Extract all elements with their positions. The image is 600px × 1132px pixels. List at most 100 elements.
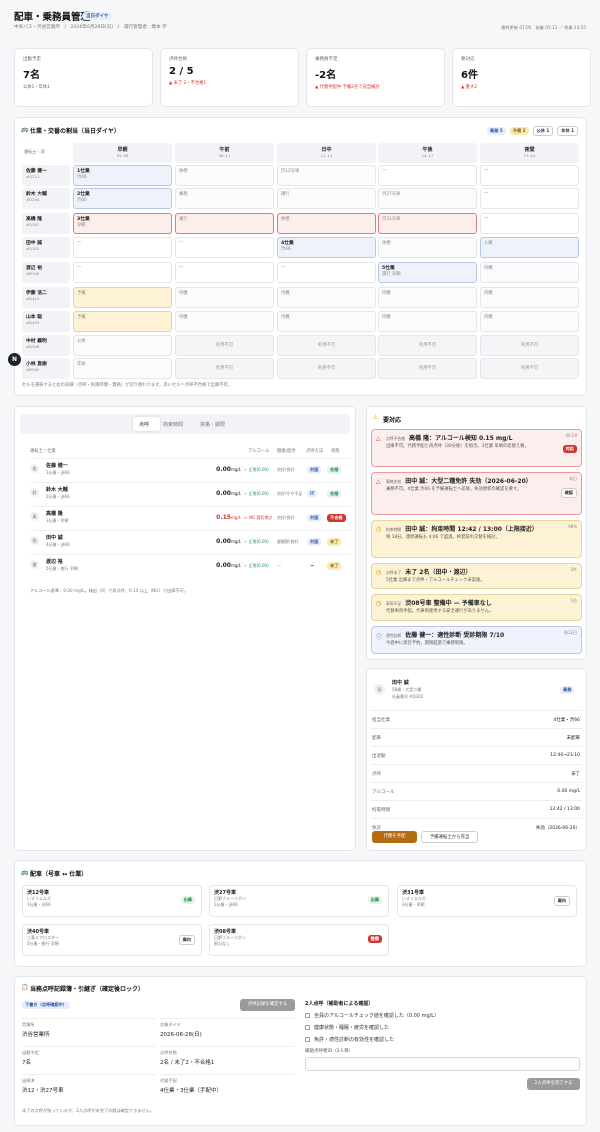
shift-cell[interactable]: 利用不可 — [480, 358, 579, 379]
shift-cell[interactable]: 運行 — [175, 213, 274, 234]
shift-cell[interactable]: 待機 — [480, 262, 579, 283]
shift-cell[interactable]: 休憩 — [175, 165, 274, 186]
shift-cell[interactable]: 予備 — [73, 287, 172, 308]
driver-label[interactable]: 高橋 隆 #D267 — [22, 213, 70, 234]
shift-cell[interactable]: 待機 — [175, 311, 274, 332]
table-row[interactable] — [30, 554, 350, 574]
check-health[interactable]: 健康状態・睡眠・疲労を確認した — [305, 1024, 389, 1031]
alert-item[interactable]: ⓘ 適性診断 佐藤 健一：適性診断 受診期限 7/10 今週中に受診予約。期限超過で乗… — [371, 626, 582, 654]
shift-cell[interactable]: 2仕業 渋66 — [73, 188, 172, 209]
alert-time: 2件 — [570, 567, 577, 572]
driver-label[interactable]: 佐藤 健一 #D221 — [22, 165, 70, 186]
vehicle-item[interactable]: 渋40号車 三菱エアロスター 5仕業・夜行 早朝 庫内 — [22, 924, 202, 956]
shift-cell[interactable]: 待機 — [480, 287, 579, 308]
shift-cell[interactable]: 渋31号車 — [378, 213, 477, 234]
shift-cell[interactable]: 待機 — [277, 311, 376, 332]
driver-label[interactable]: 渡辺 裕 #D340 — [22, 262, 70, 283]
shift-cell[interactable]: 予備 — [73, 311, 172, 332]
alert-item[interactable]: ◷ 拘束時間 田中 誠：拘束時間 12:42 / 13:00（上限接近） 残 18分。… — [371, 520, 582, 558]
shift-detail: 休憩 — [382, 241, 391, 246]
shift-cell[interactable]: 利用不可 — [480, 335, 579, 356]
shift-cell[interactable]: — — [73, 237, 172, 258]
shift-cell[interactable]: — — [175, 262, 274, 283]
check-alcohol[interactable]: 全員のアルコールチェック値を確認した（0.00 mg/L） — [305, 1012, 439, 1019]
shift-cell[interactable]: 待機 — [277, 287, 376, 308]
shift-cell[interactable]: 乗務 — [175, 188, 274, 209]
checkbox-icon[interactable] — [305, 1013, 310, 1018]
alert-item[interactable]: △ 資格失効 田中 誠：大型二種免許 失効（2026-06-20） 乗務不可。4仕業 … — [371, 472, 582, 515]
shift-cell[interactable]: — — [378, 165, 477, 186]
vehicle-item[interactable]: 渋12号車 いすゞエルガ 1仕業・渋66 出庫 — [22, 885, 202, 917]
shift-cell[interactable]: — — [480, 188, 579, 209]
confirm-record-button[interactable]: 点呼記録を確定する — [240, 999, 295, 1011]
alert-time: 06:58 — [565, 433, 577, 438]
driver-id: #D455 — [26, 320, 40, 325]
detail-value: 4仕業・渋66 — [553, 718, 580, 723]
shift-cell[interactable]: 利用不可 — [175, 358, 274, 379]
shift-cell[interactable]: 渋27号車 — [378, 188, 477, 209]
shift-cell[interactable]: 待機 — [480, 311, 579, 332]
shift-cell[interactable]: 1仕業 渋66 — [73, 165, 172, 186]
shift-cell[interactable]: 待機 — [378, 287, 477, 308]
driver-id: #D221 — [26, 174, 40, 179]
ledger-field-value: 4仕業・3仕業（手配中） — [160, 1088, 222, 1094]
shift-cell[interactable]: 休憩 — [378, 237, 477, 258]
driver-label[interactable]: 田中 誠 #D302 — [22, 237, 70, 258]
table-row[interactable] — [30, 530, 350, 550]
alert-item[interactable]: △ 点呼不合格 高橋 隆：アルコール検知 0.15 mg/L 出庫不可。代務手配と再点… — [371, 429, 582, 467]
check-license[interactable]: 免許・適性診断の有効性を確認した — [305, 1036, 394, 1043]
assign-reserve-button[interactable]: 予備運転士から充当 — [421, 831, 478, 843]
shift-cell[interactable]: 利用不可 — [277, 358, 376, 379]
kpi-value: 7名 — [23, 70, 40, 81]
arrange-substitute-button[interactable]: 代務を手配 — [372, 831, 417, 843]
shift-cell[interactable]: 休憩 — [277, 213, 376, 234]
shift-cell[interactable]: 年休 — [73, 358, 172, 379]
shift-cell[interactable]: 利用不可 — [378, 335, 477, 356]
driver-label[interactable]: 鈴木 大輔 #D244 — [22, 188, 70, 209]
assistant-id-input[interactable] — [305, 1057, 580, 1071]
shift-cell[interactable]: 利用不可 — [378, 358, 477, 379]
shift-cell[interactable]: 4仕業 渋66 — [277, 237, 376, 258]
assistant-fab[interactable]: N — [8, 353, 21, 366]
shift-cell[interactable]: 利用不可 — [277, 335, 376, 356]
tab-restraint[interactable]: 拘束時間 — [163, 421, 183, 428]
table-row[interactable] — [30, 458, 350, 478]
row-shift: 5仕業・夜行 早朝 — [46, 566, 78, 571]
shift-cell[interactable]: 渋12号車 — [277, 165, 376, 186]
vehicle-item[interactable]: 渋08号車 日野ブルーリボン 割当なし 整備 — [209, 924, 389, 956]
health-status: — — [277, 563, 281, 568]
alert-item[interactable]: ◷ 点呼未了 未了 2名（田中・渡辺） 5仕業 出庫まで点呼・アルコールチェック未実施… — [371, 563, 582, 589]
driver-label[interactable]: 中村 義明 #D508 — [22, 335, 70, 356]
shift-cell[interactable]: 公休 — [73, 335, 172, 356]
shift-cell[interactable]: — — [480, 213, 579, 234]
shift-cell[interactable]: 利用不可 — [175, 335, 274, 356]
kpi-sub: 公休1・年休1 — [23, 85, 50, 90]
shift-cell[interactable]: — — [175, 237, 274, 258]
detail-row: 配車 未配車 — [371, 728, 582, 746]
driver-avatar: 渡 — [30, 560, 39, 569]
shift-cell[interactable]: — — [480, 165, 579, 186]
vehicle-item[interactable]: 渋31号車 いすゞエルガ 3仕業・早朝 庫内 — [397, 885, 577, 917]
tab-tenko[interactable]: 点呼 — [139, 421, 149, 428]
driver-label[interactable]: 小林 直樹 #D560 — [22, 358, 70, 379]
shift-cell[interactable]: 待機 — [175, 287, 274, 308]
checkbox-icon[interactable] — [305, 1037, 310, 1042]
driver-label[interactable]: 山本 聡 #D455 — [22, 311, 70, 332]
alert-title-text: 未了 2名（田中・渡辺） — [405, 569, 472, 576]
tab-qualification[interactable]: 資格・期限 — [200, 421, 225, 428]
checkbox-icon[interactable] — [305, 1025, 310, 1030]
shift-cell[interactable]: — — [277, 262, 376, 283]
shift-cell[interactable]: 運行 — [277, 188, 376, 209]
shift-cell[interactable]: 待機 — [378, 311, 477, 332]
shift-cell[interactable]: 入庫 — [480, 237, 579, 258]
vehicle-item[interactable]: 渋27号車 日野ブルーリボン 2仕業・渋66 出庫 — [209, 885, 389, 917]
alert-action-button[interactable]: 対応 — [562, 445, 577, 453]
driver-label[interactable]: 伊藤 浩二 #D410 — [22, 287, 70, 308]
alert-action-button[interactable]: 確認 — [560, 488, 577, 498]
shift-cell[interactable]: 3仕業 早朝 — [73, 213, 172, 234]
table-row[interactable] — [30, 506, 350, 526]
shift-cell[interactable]: 5仕業 夜行 早朝 — [378, 262, 477, 283]
alert-item[interactable]: ◷ 車両不足 渋08号車 整備中 — 予備車なし 代替車両手配。代車両使用する安全運行… — [371, 594, 582, 621]
shift-cell[interactable]: — — [73, 262, 172, 283]
complete-double-check-button[interactable]: 2人点呼を完了する — [527, 1078, 580, 1090]
